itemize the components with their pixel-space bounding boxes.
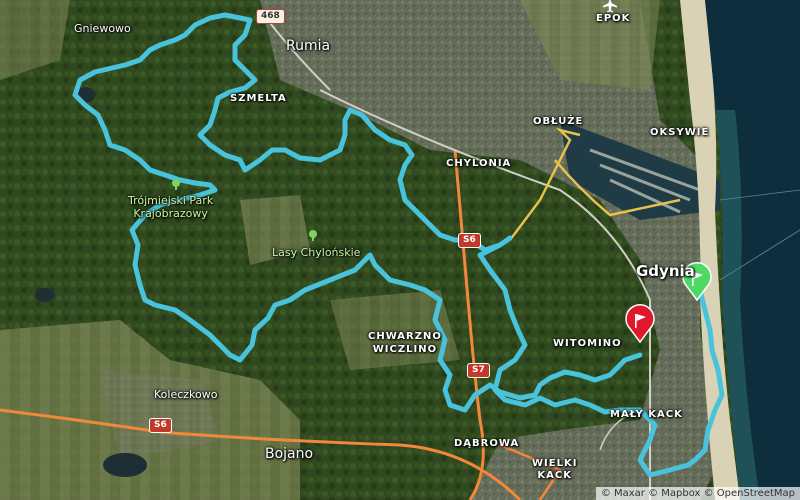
map-view[interactable]: Gniewowo Rumia SZMELTA OBŁUŻE OKSYWIE CH…: [0, 0, 800, 500]
road-shield-s7: S7: [467, 363, 490, 378]
lake: [103, 453, 147, 477]
road-shield-468: 468: [256, 9, 285, 24]
lake: [35, 288, 55, 302]
map-attribution[interactable]: © Maxar © Mapbox © OpenStreetMap: [595, 487, 800, 500]
road-shield-interchange: S6: [458, 233, 481, 248]
map-canvas: [0, 0, 800, 500]
road-shield-s6: S6: [149, 418, 172, 433]
